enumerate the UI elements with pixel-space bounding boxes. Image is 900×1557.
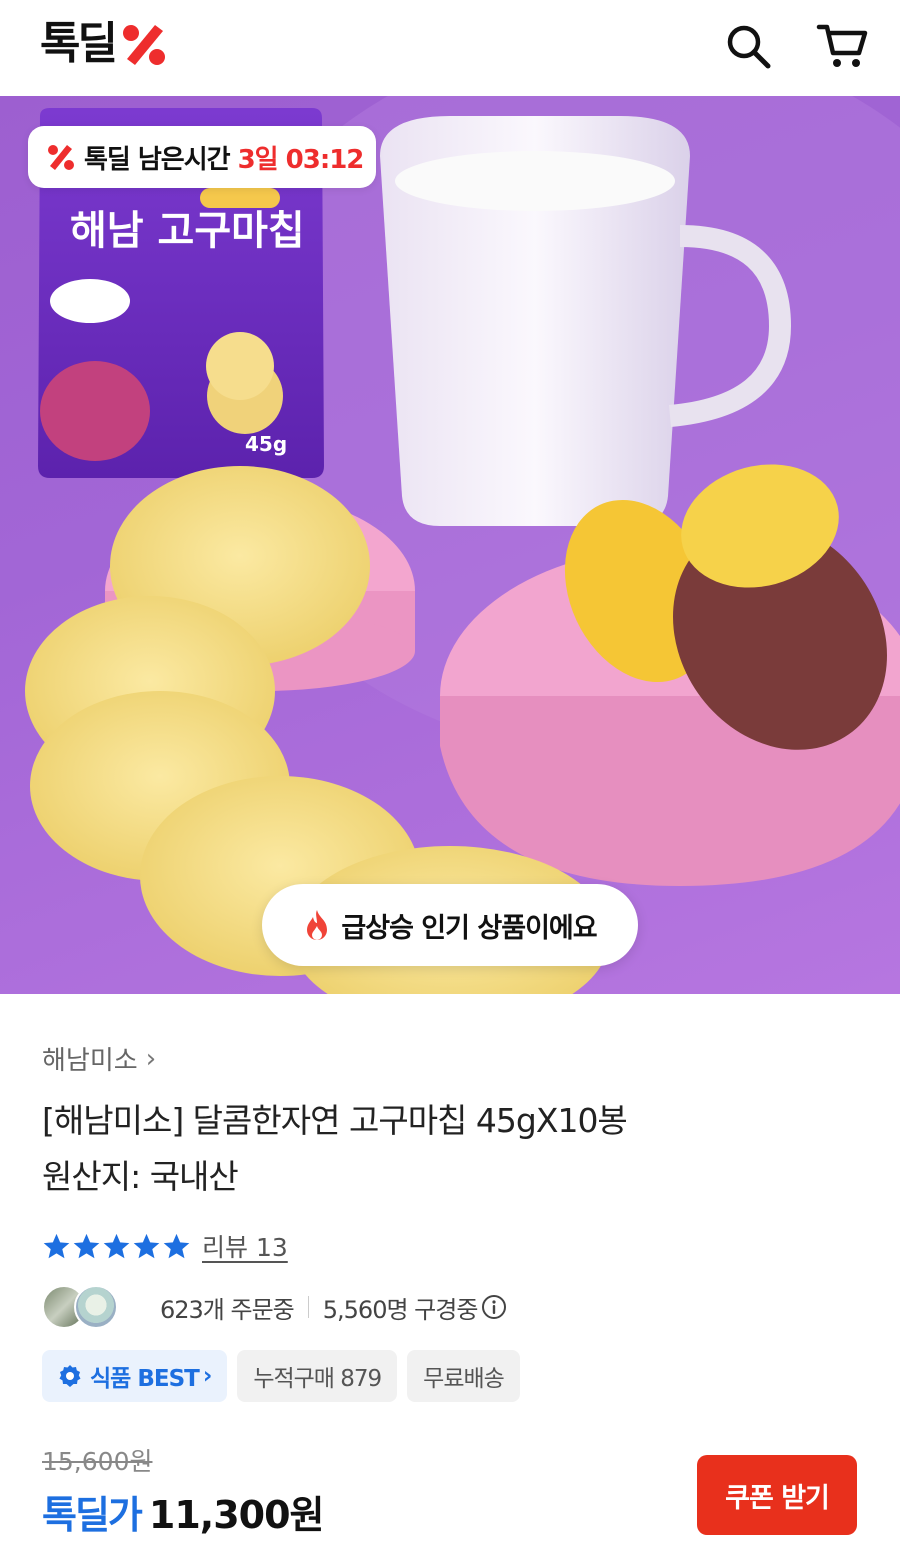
deal-price-label: 톡딜가 xyxy=(42,1493,143,1537)
brand-link[interactable]: 해남미소 › xyxy=(42,1040,156,1077)
product-badges: 식품 BEST › 누적구매 879 무료배송 xyxy=(42,1350,520,1402)
app-header: 톡딜 xyxy=(0,0,900,94)
best-badge-label: 식품 BEST xyxy=(90,1366,200,1392)
brand-name: 해남미소 xyxy=(42,1046,138,1076)
search-icon xyxy=(727,25,771,69)
avatar xyxy=(74,1285,118,1329)
star-icon xyxy=(103,1233,130,1258)
rating-stars xyxy=(42,1232,192,1261)
svg-text:45g: 45g xyxy=(245,432,287,456)
star-icon xyxy=(133,1233,160,1258)
star-icon xyxy=(163,1233,190,1258)
cart-button[interactable] xyxy=(814,18,870,74)
talkdeal-logo[interactable]: 톡딜 xyxy=(40,18,169,70)
original-price: 15,600원 xyxy=(42,1447,153,1476)
free-shipping-badge: 무료배송 xyxy=(407,1350,520,1402)
trending-badge: 급상승 인기 상품이에요 xyxy=(262,884,638,966)
chevron-right-icon: › xyxy=(145,1043,157,1074)
get-coupon-button[interactable]: 쿠폰 받기 xyxy=(697,1455,857,1535)
rating-row: 리뷰 13 xyxy=(42,1226,288,1266)
cumulative-purchase-badge: 누적구매 879 xyxy=(237,1350,398,1402)
search-button[interactable] xyxy=(720,18,776,74)
svg-text:해남 고구마칩: 해남 고구마칩 xyxy=(70,208,305,254)
product-photo-illustration: 해남 고구마칩 45g xyxy=(25,96,900,994)
deal-price: 11,300원 xyxy=(148,1493,325,1537)
divider xyxy=(307,1296,309,1318)
logo-text: 톡딜 xyxy=(40,18,118,69)
badge-seal-icon xyxy=(59,1365,81,1387)
info-icon[interactable] xyxy=(481,1294,507,1320)
star-icon xyxy=(73,1233,100,1258)
review-link[interactable]: 리뷰 13 xyxy=(202,1228,288,1264)
timer-label: 톡딜 남은시간 xyxy=(84,144,231,175)
timer-value: 3일 03:12 xyxy=(237,144,365,175)
flame-icon xyxy=(307,910,328,940)
chevron-right-icon: › xyxy=(202,1363,213,1389)
deal-price-row: 톡딜가 11,300원 xyxy=(42,1484,324,1539)
percent-icon xyxy=(48,145,74,170)
product-origin: 원산지: 국내산 xyxy=(42,1157,239,1196)
orders-count: 623개 주문중 xyxy=(160,1295,295,1324)
star-icon xyxy=(43,1233,70,1258)
deal-timer-badge: 톡딜 남은시간 3일 03:12 xyxy=(28,126,376,188)
food-best-badge[interactable]: 식품 BEST › xyxy=(42,1350,228,1402)
product-title: [해남미소] 달콤한자연 고구마칩 45gX10봉 xyxy=(42,1101,628,1140)
product-hero-image[interactable]: 해남 고구마칩 45g 톡딜 남은시간 3일 03:12 급상승 인기 상품이에… xyxy=(0,96,900,994)
trending-label: 급상승 인기 상품이에요 xyxy=(341,912,597,944)
social-proof-row: 623개 주문중 5,560명 구경중 xyxy=(42,1284,507,1330)
watching-count: 5,560명 구경중 xyxy=(322,1295,479,1324)
cart-icon xyxy=(816,24,868,67)
percent-logo-icon xyxy=(122,25,165,65)
